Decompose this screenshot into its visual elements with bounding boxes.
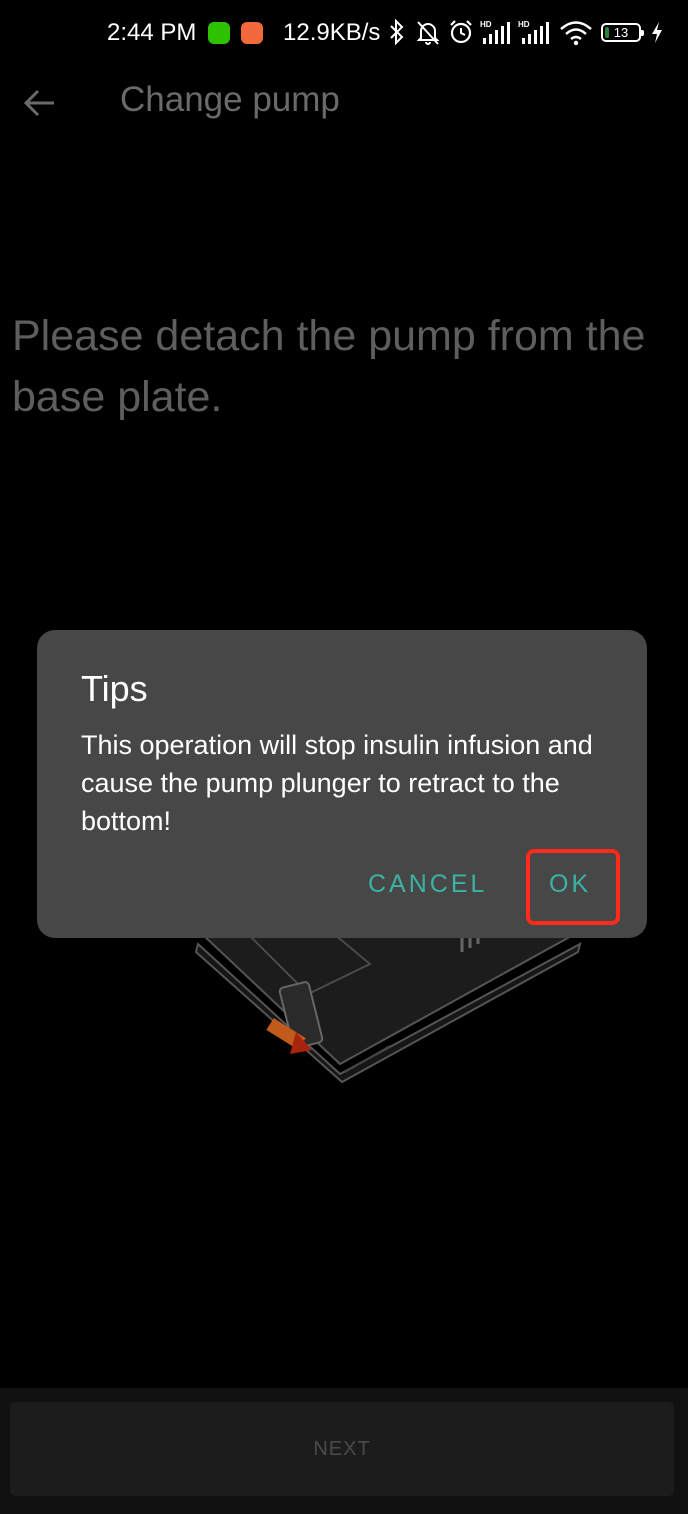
bottom-bar: NEXT xyxy=(0,1388,688,1514)
battery-level: 13 xyxy=(613,25,629,40)
wifi-icon xyxy=(560,21,592,46)
cancel-button[interactable]: CANCEL xyxy=(368,870,487,899)
arrow-left-icon[interactable] xyxy=(22,85,58,121)
wechat-icon xyxy=(208,22,230,44)
instruction-text: Please detach the pump from the base pla… xyxy=(12,312,646,421)
charging-icon xyxy=(652,22,662,43)
ok-highlight-box xyxy=(526,849,620,925)
mute-icon xyxy=(416,21,440,45)
hd-signal-icon: HD xyxy=(518,20,549,44)
next-button[interactable]: NEXT xyxy=(10,1402,674,1496)
tips-dialog: Tips This operation will stop insulin in… xyxy=(37,630,647,938)
app-store-icon xyxy=(241,22,263,44)
page-title: Change pump xyxy=(120,80,340,119)
network-speed: 12.9KB/s xyxy=(283,19,381,46)
dialog-title: Tips xyxy=(81,668,148,709)
svg-text:HD: HD xyxy=(518,20,530,29)
status-time: 2:44 PM xyxy=(107,19,197,46)
dialog-message: This operation will stop insulin infusio… xyxy=(81,730,593,836)
bluetooth-icon xyxy=(390,18,404,46)
status-bar: 2:44 PM 12.9KB/s HD HD 13 xyxy=(0,0,688,66)
svg-text:HD: HD xyxy=(480,20,492,29)
hd-signal-icon: HD xyxy=(480,20,510,44)
battery-icon: 13 xyxy=(601,23,644,42)
battery-fill xyxy=(605,27,609,38)
alarm-icon xyxy=(450,20,472,44)
